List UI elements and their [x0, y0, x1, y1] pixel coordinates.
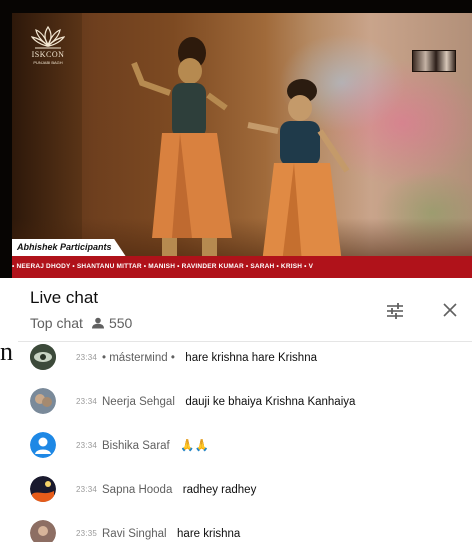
message-text: dauji ke bhaiya Krishna Kanhaiya: [185, 396, 356, 408]
message-time: 23:34: [76, 396, 98, 406]
viewers-icon: [91, 317, 104, 329]
viewer-count: 550: [108, 315, 133, 331]
message-time: 23:35: [76, 528, 98, 538]
chat-message[interactable]: 23:34 • másterмind • hare krishna hare K…: [18, 344, 472, 370]
message-emoji-text: 🙏🙏: [180, 440, 209, 452]
avatar-image: [30, 476, 56, 502]
message-author[interactable]: Neerja Sehgal: [102, 396, 175, 408]
avatar-image: [30, 520, 56, 542]
chat-message[interactable]: 23:34 Sapna Hooda radhey radhey: [18, 476, 472, 502]
message-text: hare krishna: [177, 528, 241, 540]
avatar[interactable]: [30, 388, 56, 414]
avatar-image: [30, 344, 56, 370]
video-frame[interactable]: [12, 13, 472, 278]
chat-mode-row[interactable]: Top chat 550: [30, 315, 132, 331]
avatar[interactable]: [30, 520, 56, 542]
chat-title: Live chat: [30, 288, 99, 307]
message-time: 23:34: [76, 352, 98, 362]
message-text: hare krishna hare Krishna: [185, 352, 317, 364]
default-user-icon: [30, 432, 56, 458]
message-time: 23:34: [76, 484, 98, 494]
lotus-icon: [31, 25, 65, 49]
message-author[interactable]: Bishika Saraf: [102, 440, 170, 452]
avatar[interactable]: [30, 344, 56, 370]
participants-ticker: • NEERAJ DHODY • SHANTANU MITTAR • MANIS…: [12, 256, 472, 278]
edge-glyph: n: [0, 337, 13, 366]
logo-text: ISKCON: [31, 50, 65, 59]
avatar[interactable]: [30, 476, 56, 502]
message-author[interactable]: • másterмind •: [102, 352, 175, 364]
message-author[interactable]: Sapna Hooda: [102, 484, 172, 496]
message-author[interactable]: Ravi Singhal: [102, 528, 167, 540]
avatar-image: [30, 388, 56, 414]
corner-photo-thumbnail: [412, 50, 456, 72]
iskcon-logo: ISKCON PUNJABI BAGH: [26, 25, 70, 77]
live-chat-header: Live chat Top chat 550: [18, 278, 472, 342]
close-chat-button[interactable]: [438, 298, 462, 322]
chat-message[interactable]: 23:34 Neerja Sehgal dauji ke bhaiya Kris…: [18, 388, 472, 414]
participants-label: Abhishek Participants: [12, 239, 126, 256]
sliders-icon: [387, 303, 403, 319]
avatar[interactable]: [30, 432, 56, 458]
close-icon: [443, 303, 457, 317]
video-player[interactable]: ISKCON PUNJABI BAGH Abhishek Participant…: [0, 0, 472, 278]
filter-button[interactable]: [384, 300, 406, 322]
chat-message[interactable]: 23:34 Bishika Saraf 🙏🙏: [18, 432, 472, 458]
message-text: radhey radhey: [182, 484, 257, 496]
deity-figures-image: [131, 37, 350, 263]
logo-subtext: PUNJABI BAGH: [33, 60, 63, 65]
chat-message[interactable]: 23:35 Ravi Singhal hare krishna: [18, 520, 472, 542]
chat-mode-selector[interactable]: Top chat: [30, 315, 83, 331]
message-time: 23:34: [76, 440, 98, 450]
chat-message-list[interactable]: 23:34 • másterмind • hare krishna hare K…: [18, 342, 472, 542]
